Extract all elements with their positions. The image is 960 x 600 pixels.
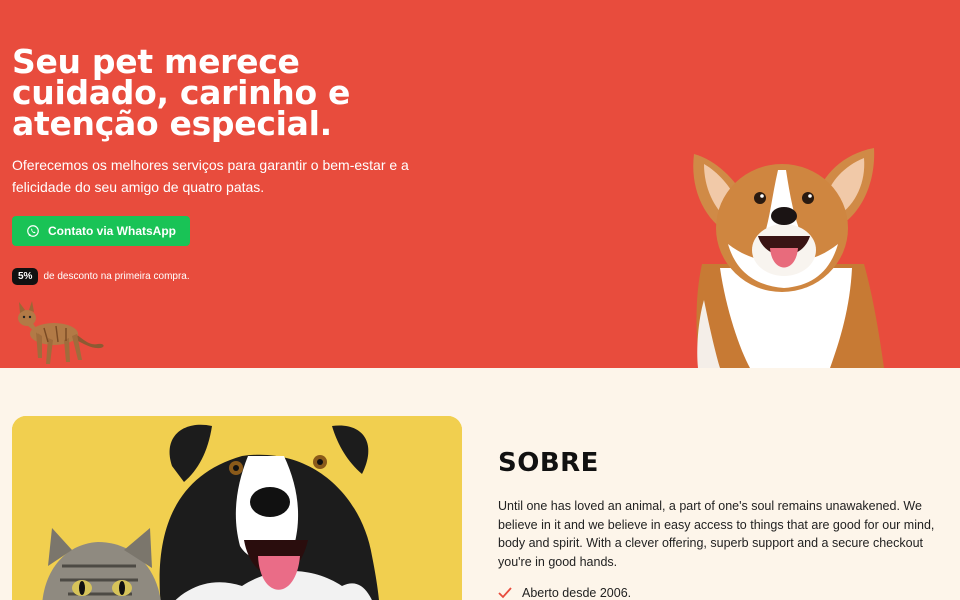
corgi-dog-image (693, 148, 884, 368)
hero-section: Seu pet merece cuidado, carinho e atençã… (0, 0, 960, 368)
discount-note: 5% de desconto na primeira compra. (12, 268, 190, 285)
whatsapp-contact-button[interactable]: Contato via WhatsApp (12, 216, 190, 246)
whatsapp-button-label: Contato via WhatsApp (48, 224, 176, 238)
dog-and-cat-image (12, 416, 462, 600)
discount-text: de desconto na primeira compra. (43, 271, 190, 282)
about-feature-label: Aberto desde 2006. (522, 586, 632, 600)
whatsapp-icon (27, 225, 39, 237)
check-icon (498, 587, 512, 599)
discount-badge: 5% (12, 268, 39, 285)
cat-image (18, 301, 104, 364)
about-feature-item: Aberto desde 2006. (498, 586, 631, 600)
about-title: SOBRE (498, 448, 599, 478)
about-text: Until one has loved an animal, a part of… (498, 499, 935, 569)
hero-subtitle: Oferecemos os melhores serviços para gar… (12, 157, 409, 195)
hero-title: Seu pet merece cuidado, carinho e atençã… (12, 42, 351, 143)
